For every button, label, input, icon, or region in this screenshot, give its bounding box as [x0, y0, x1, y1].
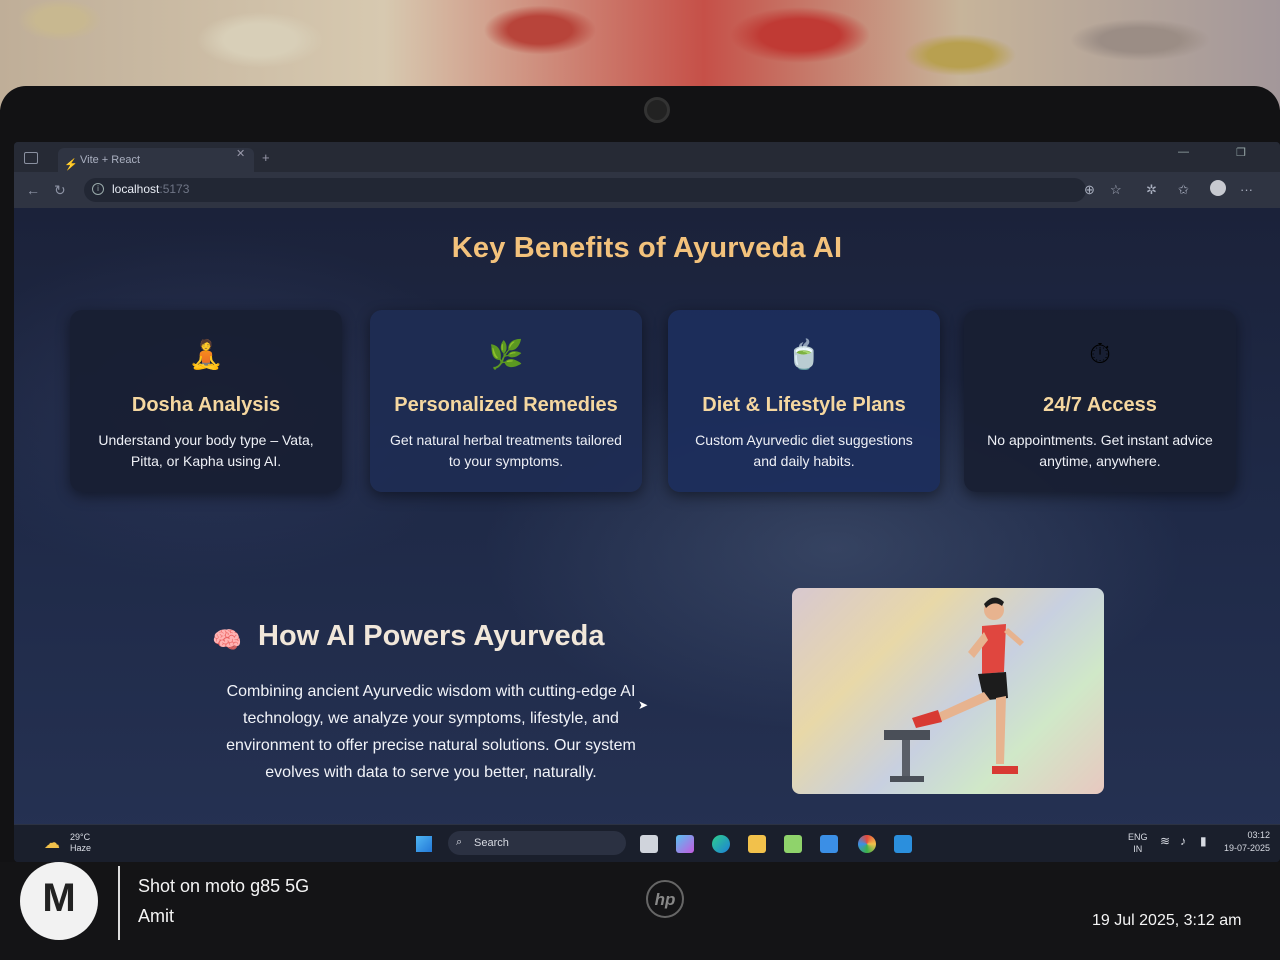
- wifi-icon[interactable]: ≋: [1160, 835, 1170, 847]
- page-heading: Key Benefits of Ayurveda AI: [451, 232, 843, 264]
- stopwatch-icon: ⏱: [1089, 338, 1111, 369]
- language-indicator[interactable]: ENG IN: [1128, 831, 1148, 855]
- overlay-divider: [118, 866, 120, 940]
- back-icon[interactable]: ←: [26, 182, 40, 198]
- search-label: Search: [474, 837, 509, 849]
- bench-top: [884, 730, 930, 740]
- bench-base: [890, 776, 924, 782]
- minimize-icon[interactable]: —: [1178, 146, 1189, 158]
- chrome-icon[interactable]: [858, 835, 876, 853]
- benefit-card-access: ⏱ 24/7 Access No appointments. Get insta…: [964, 310, 1236, 492]
- runner-svg: [884, 597, 1024, 782]
- close-tab-icon[interactable]: ✕: [236, 148, 245, 160]
- card-description: Understand your body type – Vata, Pitta,…: [98, 432, 314, 469]
- battery-icon[interactable]: ▮: [1200, 835, 1207, 847]
- runner-shoe-front: [992, 766, 1018, 774]
- temperature: 29°C: [70, 832, 91, 842]
- toolbar: ← ↻ i localhost:5173 ⊕ ☆ ✲ ✩ ···: [14, 172, 1280, 208]
- brain-icon: 🧠: [212, 627, 242, 654]
- clock-date: 19-07-2025: [1224, 843, 1271, 853]
- benefit-card-remedies: 🌿 Personalized Remedies Get natural herb…: [370, 310, 642, 492]
- restore-icon[interactable]: ❐: [1236, 146, 1246, 159]
- weather-icon[interactable]: ☁: [44, 833, 60, 853]
- profile-avatar[interactable]: [1210, 180, 1226, 196]
- address-bar[interactable]: i localhost:5173 ⊕ ☆: [84, 178, 1122, 202]
- edge-icon[interactable]: [712, 835, 730, 853]
- card-description: No appointments. Get instant advice anyt…: [987, 432, 1213, 469]
- url-text: localhost:5173: [112, 182, 190, 196]
- file-explorer-icon[interactable]: [748, 835, 766, 853]
- runner-shirt: [982, 624, 1006, 674]
- site-info-icon[interactable]: i: [92, 183, 104, 195]
- vscode-icon[interactable]: [894, 835, 912, 853]
- sidebar-toggle-icon[interactable]: [24, 152, 38, 164]
- browser-tab[interactable]: ⚡ Vite + React: [58, 148, 254, 172]
- web-page: Key Benefits of Ayurveda AI 🧘 Dosha Anal…: [14, 208, 1280, 838]
- ai-section-title: How AI Powers Ayurveda: [258, 620, 605, 652]
- photo-timestamp: 19 Jul 2025, 3:12 am: [1092, 912, 1242, 929]
- meditation-icon: 🧘: [188, 339, 224, 370]
- runner-illustration: [792, 588, 1104, 794]
- favorite-star-icon[interactable]: ☆: [1110, 182, 1122, 198]
- card-description: Custom Ayurvedic diet suggestions and da…: [695, 432, 913, 469]
- runner-shoe-back: [912, 710, 942, 728]
- new-tab-icon[interactable]: +: [262, 150, 270, 165]
- search-icon: ⌕: [456, 836, 463, 848]
- volume-icon[interactable]: ♪: [1180, 835, 1186, 847]
- windows-taskbar: ☁ 29°C Haze Search ⌕ ENG IN ≋ ♪ ▮ 03:12 …: [14, 824, 1280, 862]
- bench-leg: [902, 740, 910, 780]
- hp-logo: hp: [646, 880, 684, 918]
- card-title: Personalized Remedies: [394, 394, 618, 416]
- motorola-m-icon: M: [42, 876, 76, 920]
- benefit-card-diet: 🍵 Diet & Lifestyle Plans Custom Ayurvedi…: [668, 310, 940, 492]
- tab-strip: ⚡ Vite + React ✕ + — ❐: [14, 142, 1280, 172]
- start-button-icon[interactable]: [416, 836, 432, 852]
- extensions-icon[interactable]: ✲: [1146, 182, 1157, 198]
- mouse-cursor-icon: ➤: [638, 698, 649, 712]
- runner-leg-front: [996, 696, 1006, 764]
- weather-widget[interactable]: 29°C Haze: [70, 832, 91, 854]
- more-menu-icon[interactable]: ···: [1240, 182, 1253, 197]
- ai-section-text: Combining ancient Ayurvedic wisdom with …: [226, 683, 636, 781]
- benefit-card-dosha: 🧘 Dosha Analysis Understand your body ty…: [70, 310, 342, 492]
- reload-icon[interactable]: ↻: [54, 182, 66, 199]
- task-view-icon[interactable]: [640, 835, 658, 853]
- card-title: Diet & Lifestyle Plans: [702, 394, 906, 416]
- taskbar-clock[interactable]: 03:12 19-07-2025: [1224, 829, 1270, 855]
- shot-on-text: Shot on moto g85 5G: [138, 876, 310, 896]
- laptop-screen: ⚡ Vite + React ✕ + — ❐ ← ↻ i localhost:5…: [14, 142, 1280, 862]
- taskbar-search[interactable]: Search: [448, 831, 626, 855]
- author-text: Amit: [138, 906, 174, 926]
- card-title: Dosha Analysis: [131, 394, 281, 416]
- copilot-icon[interactable]: [676, 835, 694, 853]
- zoom-icon[interactable]: ⊕: [1084, 182, 1095, 198]
- tea-cup-icon: 🍵: [786, 339, 822, 370]
- card-title: 24/7 Access: [1043, 394, 1157, 416]
- clock-time: 03:12: [1247, 830, 1271, 840]
- photos-app-icon[interactable]: [820, 835, 838, 853]
- herb-icon: 🌿: [488, 339, 524, 370]
- weather-condition: Haze: [70, 843, 92, 853]
- favorites-icon[interactable]: ✩: [1178, 182, 1189, 198]
- photo-scene: ⚡ Vite + React ✕ + — ❐ ← ↻ i localhost:5…: [0, 0, 1280, 960]
- store-icon[interactable]: [784, 835, 802, 853]
- webcam: [644, 97, 670, 123]
- runner-arm-front: [1004, 628, 1024, 646]
- card-description: Get natural herbal treatments tailored t…: [390, 432, 622, 469]
- runner-leg-back: [936, 692, 990, 722]
- tab-title: Vite + React: [80, 154, 141, 166]
